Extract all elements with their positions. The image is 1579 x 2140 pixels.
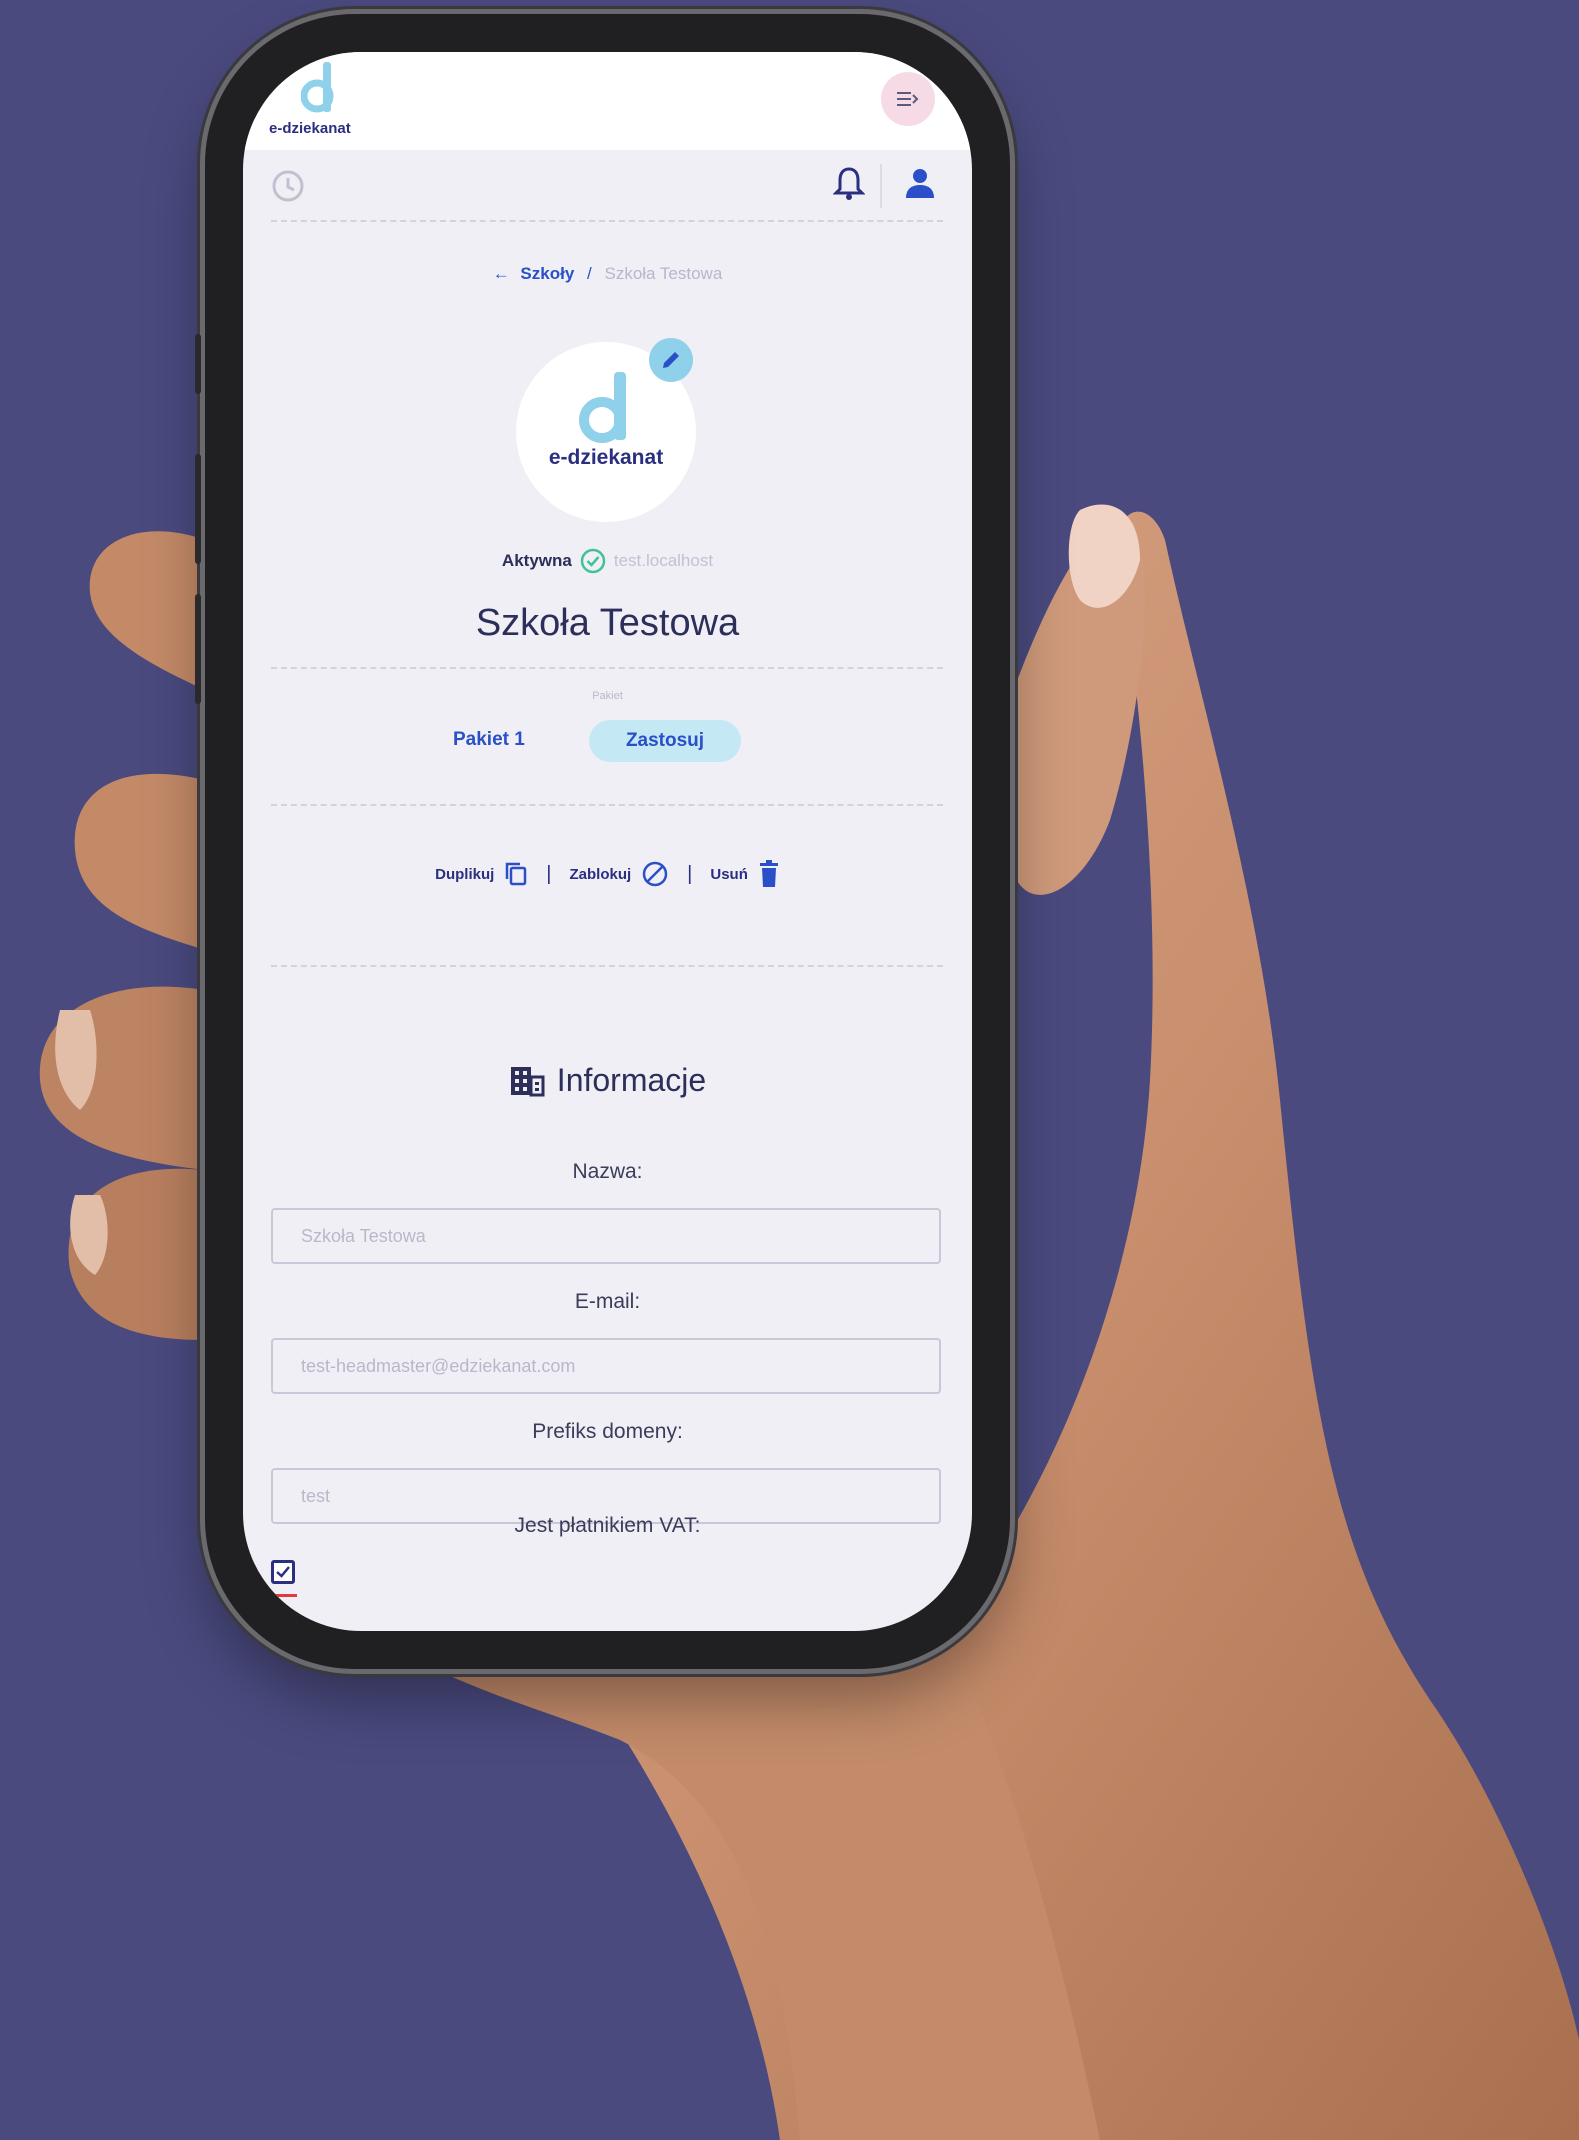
package-caption: Pakiet xyxy=(592,690,623,702)
divider xyxy=(271,667,943,669)
domain-text: test.localhost xyxy=(613,551,714,570)
menu-toggle-button[interactable] xyxy=(881,72,935,126)
back-arrow-icon[interactable]: ← xyxy=(493,264,510,283)
edit-avatar-button[interactable] xyxy=(649,338,693,382)
delete-button[interactable]: Usuń xyxy=(710,860,780,888)
trash-icon xyxy=(759,860,778,887)
field-label-vat: Jest płatnikiem VAT: xyxy=(514,1514,701,1537)
phone-screen: e-dziekanat ← Szkoły / Szkoła Testowa e-… xyxy=(243,52,972,1631)
phone-frame: e-dziekanat ← Szkoły / Szkoła Testowa e-… xyxy=(195,14,1010,1669)
checkmark-icon xyxy=(276,1566,290,1578)
breadcrumb-link-schools[interactable]: Szkoły xyxy=(520,264,574,283)
app-logo[interactable]: e-dziekanat xyxy=(269,62,369,142)
delete-label: Usuń xyxy=(710,865,748,883)
section-title-info: Informacje xyxy=(243,1062,972,1099)
actions-bar: Duplikuj | Zablokuj | Usuń xyxy=(243,860,972,888)
name-input[interactable] xyxy=(271,1208,941,1264)
vat-checkbox[interactable] xyxy=(271,1560,295,1584)
field-label-email: E-mail: xyxy=(574,1290,641,1313)
email-input[interactable] xyxy=(271,1338,941,1394)
user-icon[interactable] xyxy=(904,166,936,200)
divider xyxy=(271,804,943,806)
breadcrumb-current: Szkoła Testowa xyxy=(604,264,723,283)
school-title: Szkoła Testowa xyxy=(475,602,740,644)
logo-d-icon xyxy=(301,62,334,113)
package-select[interactable]: Pakiet 1 xyxy=(453,729,525,751)
breadcrumb-separator: / xyxy=(587,264,592,283)
action-separator: | xyxy=(687,862,693,885)
section-title-text: Informacje xyxy=(556,1062,707,1098)
vat-error-underline xyxy=(257,1594,297,1597)
duplicate-label: Duplikuj xyxy=(435,865,495,883)
action-separator: | xyxy=(546,862,552,885)
building-icon xyxy=(510,1066,545,1096)
header-separator xyxy=(880,164,882,208)
block-icon xyxy=(642,861,668,887)
phone-side-button xyxy=(195,454,201,564)
check-circle-icon xyxy=(580,548,606,574)
copy-icon xyxy=(506,862,527,886)
phone-side-button xyxy=(195,594,201,704)
apply-package-button[interactable]: Zastosuj xyxy=(589,720,741,762)
bell-icon[interactable] xyxy=(833,166,865,202)
status-label: Aktywna xyxy=(501,551,572,570)
history-icon[interactable] xyxy=(271,169,305,203)
divider xyxy=(271,220,943,222)
logo-d-icon xyxy=(579,372,626,443)
field-label-name: Nazwa: xyxy=(572,1160,643,1183)
block-button[interactable]: Zablokuj xyxy=(570,860,670,888)
pencil-icon xyxy=(663,352,679,368)
top-bar: e-dziekanat xyxy=(243,52,972,150)
block-label: Zablokuj xyxy=(569,865,632,883)
app-logo-text: e-dziekanat xyxy=(269,120,351,137)
menu-icon xyxy=(897,92,919,106)
phone-side-button xyxy=(195,334,201,394)
avatar-logo-text: e-dziekanat xyxy=(548,446,664,469)
duplicate-button[interactable]: Duplikuj xyxy=(435,861,528,887)
divider xyxy=(271,965,943,967)
breadcrumb: ← Szkoły / Szkoła Testowa xyxy=(243,264,972,284)
status-line: Aktywna test.localhost xyxy=(243,548,972,574)
field-label-domain-prefix: Prefiks domeny: xyxy=(532,1420,683,1443)
